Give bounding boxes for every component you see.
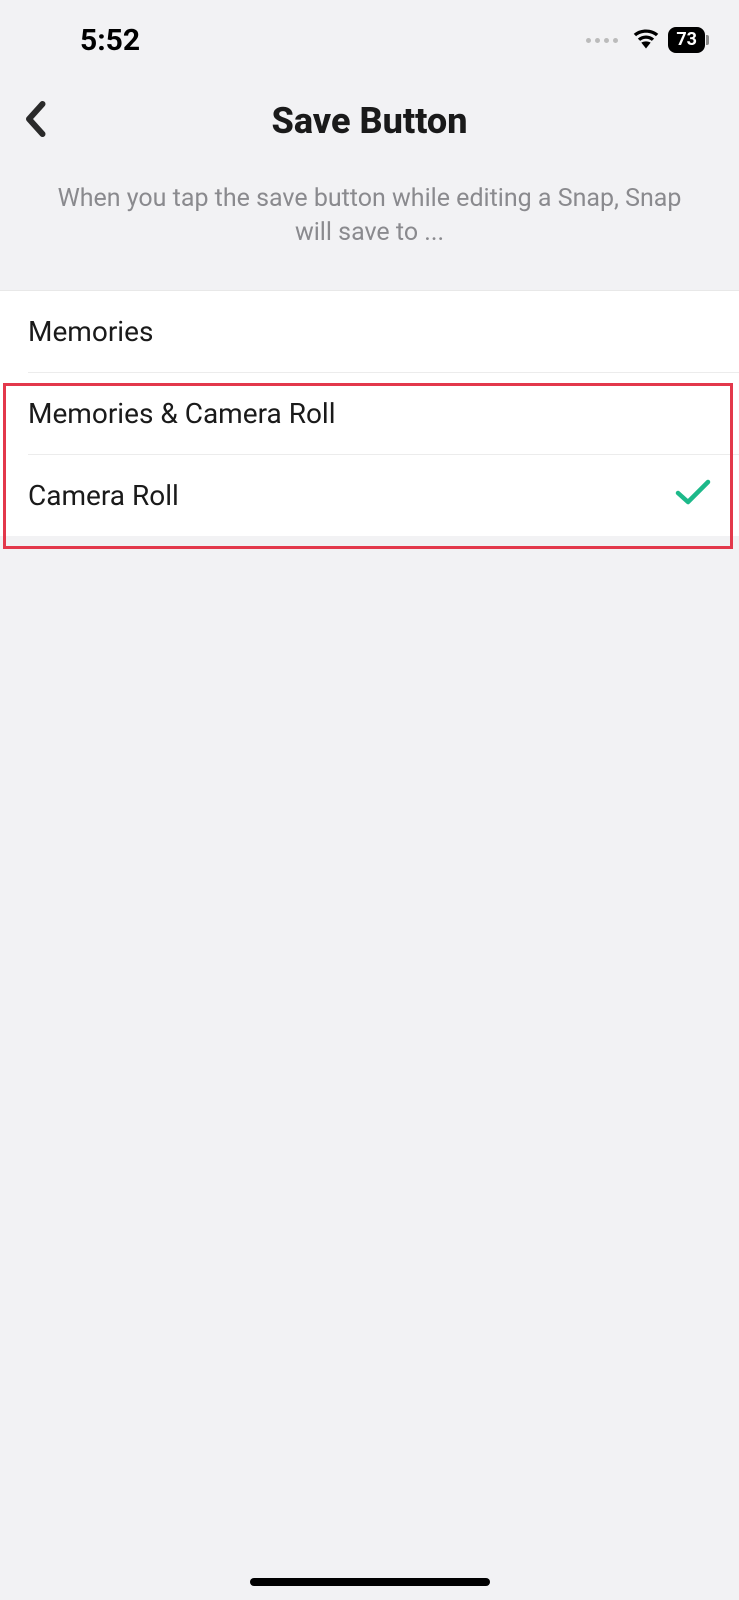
- signal-dots-icon: [586, 38, 618, 43]
- option-camera-roll[interactable]: Camera Roll: [0, 455, 739, 536]
- option-label: Camera Roll: [28, 479, 179, 512]
- wifi-icon: [632, 27, 660, 53]
- option-label: Memories & Camera Roll: [28, 397, 336, 430]
- status-right: 73: [586, 27, 709, 53]
- home-indicator[interactable]: [250, 1578, 490, 1586]
- battery-level: 73: [668, 27, 705, 53]
- page-description: When you tap the save button while editi…: [0, 172, 739, 290]
- battery-icon: 73: [668, 27, 709, 53]
- page-title: Save Button: [20, 100, 719, 142]
- status-bar: 5:52 73: [0, 0, 739, 70]
- nav-header: Save Button: [0, 70, 739, 172]
- check-icon: [675, 478, 711, 513]
- option-label: Memories: [28, 315, 153, 348]
- back-button[interactable]: [22, 101, 48, 141]
- option-memories[interactable]: Memories: [0, 291, 739, 372]
- options-list: Memories Memories & Camera Roll Camera R…: [0, 290, 739, 536]
- option-memories-camera-roll[interactable]: Memories & Camera Roll: [0, 373, 739, 454]
- status-time: 5:52: [80, 23, 140, 58]
